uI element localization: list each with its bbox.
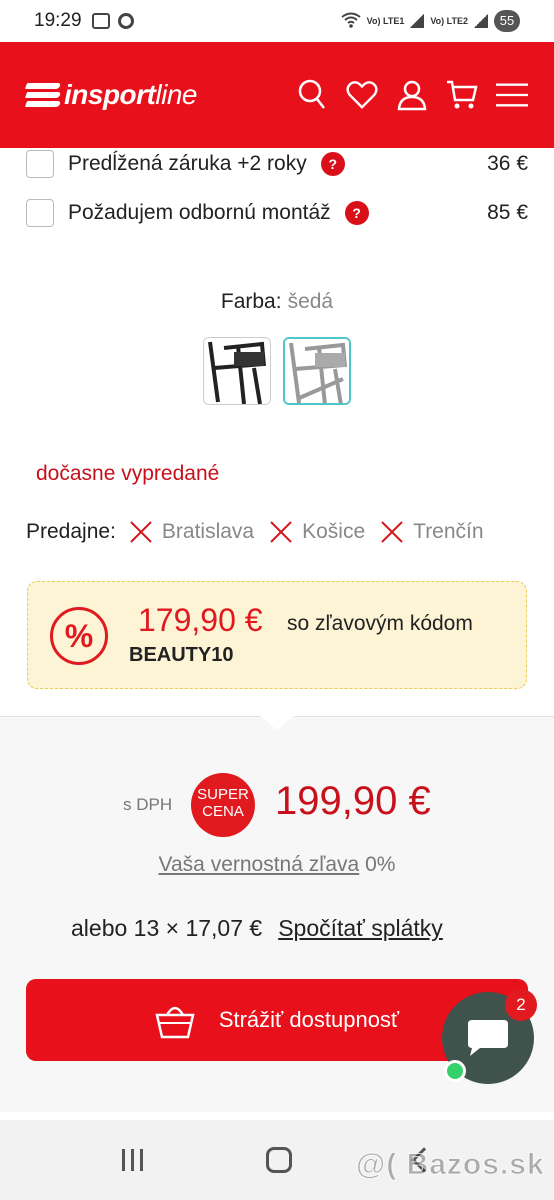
- store-trencin: Trenčín: [381, 520, 484, 544]
- swatch-black[interactable]: [203, 337, 271, 405]
- chrome-icon: [117, 13, 134, 29]
- warranty-help-icon[interactable]: ?: [320, 152, 345, 176]
- chat-widget-button[interactable]: 2: [442, 989, 537, 1084]
- super-price-badge: SUPER CENA: [191, 773, 255, 837]
- discount-code-box: % 179,90 € so zľavovým kódom BEAUTY10: [27, 581, 527, 689]
- assembly-label: Požadujem odbornú montáž: [68, 201, 331, 224]
- store-availability: Predajne: Bratislava Košice Trenčín: [26, 520, 500, 544]
- warranty-price: 36 €: [487, 152, 528, 175]
- status-right: Vo) LTE1 Vo) LTE2 55: [341, 10, 520, 32]
- assembly-checkbox[interactable]: [26, 199, 54, 227]
- loyalty-discount: Vaša vernostná zľava 0%: [0, 853, 554, 877]
- assembly-price: 85 €: [487, 201, 528, 224]
- addon-warranty-row[interactable]: Predĺžená záruka +2 roky ? 36 €: [26, 146, 528, 182]
- assembly-help-icon[interactable]: ?: [344, 201, 369, 225]
- signal-2-icon: [474, 14, 488, 28]
- network-2-label: Vo) LTE2: [430, 15, 468, 26]
- home-icon[interactable]: [265, 1147, 292, 1173]
- recent-apps-icon[interactable]: [121, 1149, 143, 1171]
- color-selector-label: Farba: šedá: [0, 290, 554, 314]
- discount-text: so zľavovým kódom: [287, 612, 473, 635]
- installment-calc-link[interactable]: Spočítať splátky: [278, 915, 443, 941]
- user-icon[interactable]: [396, 78, 428, 112]
- loyalty-link[interactable]: Vaša vernostná zľava: [159, 853, 360, 876]
- percent-icon: %: [50, 607, 108, 665]
- availability-status: dočasne vypredané: [36, 462, 220, 485]
- color-label: Farba:: [220, 290, 282, 313]
- battery-indicator: 55: [494, 10, 520, 32]
- color-swatches: [203, 337, 351, 405]
- logo-mark-icon: [24, 80, 62, 110]
- signal-1-icon: [410, 14, 425, 28]
- swatch-grey[interactable]: [283, 337, 351, 405]
- warranty-label: Predĺžená záruka +2 roky: [68, 152, 307, 175]
- heart-icon[interactable]: [346, 78, 378, 112]
- screenshot-icon: [91, 13, 110, 29]
- status-bar: 19:29 Vo) LTE1 Vo) LTE2 55: [0, 0, 554, 42]
- basket-icon: [155, 1006, 195, 1039]
- watch-button-label: Strážiť dostupnosť: [218, 1007, 400, 1032]
- network-1-label: Vo) LTE1: [366, 15, 405, 26]
- status-time: 19:29: [34, 10, 82, 31]
- menu-icon[interactable]: [496, 78, 528, 112]
- installment-row: alebo 13 × 17,07 € Spočítať splátky: [71, 915, 443, 942]
- panel-notch: [260, 716, 294, 730]
- unavailable-icon: [130, 521, 152, 543]
- chat-unread-badge: 2: [505, 989, 537, 1021]
- installment-text: alebo 13 × 17,07 €: [71, 915, 263, 941]
- site-header: insportline: [0, 42, 554, 148]
- discounted-price: 179,90 €: [138, 602, 263, 638]
- store-kosice: Košice: [270, 520, 365, 544]
- warranty-checkbox[interactable]: [26, 150, 54, 178]
- header-icons: [296, 78, 528, 112]
- color-value: šedá: [287, 290, 334, 313]
- online-status-dot: [444, 1060, 466, 1082]
- unavailable-icon: [381, 521, 403, 543]
- chat-bubble-icon: [468, 1020, 508, 1056]
- addon-assembly-row[interactable]: Požadujem odbornú montáž ? 85 €: [26, 195, 528, 231]
- unavailable-icon: [270, 521, 292, 543]
- wifi-icon: [341, 12, 361, 30]
- stores-label: Predajne:: [26, 520, 116, 543]
- loyalty-value: 0%: [365, 853, 396, 876]
- cart-icon[interactable]: [446, 78, 478, 112]
- product-price: 199,90 €: [275, 779, 431, 823]
- status-icons: [91, 13, 134, 29]
- store-bratislava: Bratislava: [130, 520, 254, 544]
- insportline-logo[interactable]: insportline: [24, 79, 197, 111]
- logo-text: insportline: [64, 79, 197, 110]
- bazos-watermark: @( Bazos.sk: [356, 1148, 545, 1182]
- search-icon[interactable]: [296, 78, 328, 112]
- discount-code: BEAUTY10: [129, 644, 234, 666]
- vat-label: s DPH: [123, 795, 173, 814]
